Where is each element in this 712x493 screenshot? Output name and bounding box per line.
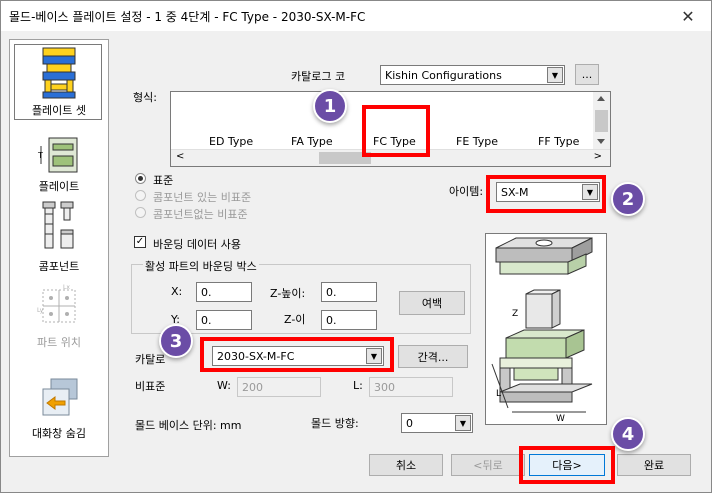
highlight-catalog2 — [200, 337, 394, 372]
sidebar-item-label: 플레이트 — [38, 180, 80, 193]
chevron-down-icon: ▼ — [547, 67, 563, 83]
hide-dialog-button[interactable]: 대화창 숨김 — [9, 377, 109, 441]
catalog-dropdown[interactable]: Kishin Configurations ▼ — [380, 65, 565, 85]
direction-dropdown[interactable]: 0 ▼ — [401, 413, 473, 433]
nonstandard-label: 비표준 — [135, 380, 166, 393]
direction-label: 몰드 방향: — [311, 417, 359, 430]
plate-diagram: Z X Y L W — [485, 233, 607, 425]
radio-without-components-label: 콤포넌트없는 비표준 — [153, 208, 248, 221]
w-label: W: — [217, 379, 231, 392]
step-badge-3: 3 — [159, 324, 193, 358]
catalog2-label: 카탈로 — [135, 353, 166, 366]
step-badge-4: 4 — [611, 417, 645, 451]
w-input[interactable]: 200 — [237, 377, 321, 397]
type-label: 형식: — [133, 91, 157, 104]
x-label: X: — [171, 285, 183, 298]
type-item-fe[interactable]: FE Type — [456, 135, 498, 148]
use-bounding-label: 바운딩 데이터 사용 — [153, 238, 241, 251]
highlight-type — [362, 105, 430, 157]
ly-label: Ly — [37, 307, 44, 314]
scroll-down-icon — [597, 139, 605, 144]
type-item-fa[interactable]: FA Type — [291, 135, 333, 148]
bounding-group-title: 활성 파트의 바운딩 박스 — [143, 258, 259, 274]
sidebar-item-part-position[interactable]: Lx Ly 파트 위치 — [10, 284, 108, 350]
scroll-left-icon: < — [176, 151, 185, 162]
dialog-window: 몰드-베이스 플레이트 설정 - 1 중 4단계 - FC Type - 203… — [0, 0, 712, 493]
spacing-button[interactable]: 간격... — [398, 345, 468, 368]
highlight-next — [519, 446, 615, 484]
radio-standard[interactable] — [135, 173, 146, 184]
scroll-up-icon — [597, 96, 605, 101]
plate-set-icon — [42, 47, 76, 99]
radio-with-components-label: 콤포넌트 있는 비표준 — [153, 191, 252, 204]
step-badge-2: 2 — [611, 182, 645, 216]
sidebar-item-label: 대화창 숨김 — [31, 427, 87, 440]
window-title: 몰드-베이스 플레이트 설정 - 1 중 4단계 - FC Type - 203… — [9, 9, 366, 24]
item-label: 아이템: — [449, 185, 484, 198]
sidebar-item-label: 플레이트 셋 — [31, 104, 87, 117]
lx-label: Lx — [63, 284, 70, 291]
radio-standard-label: 표준 — [153, 174, 174, 187]
catalog-label: 카탈로그 코 — [291, 70, 346, 83]
z-label: Z-이 — [284, 313, 306, 326]
y-input[interactable]: 0. — [196, 310, 252, 330]
close-icon: ✕ — [681, 6, 695, 26]
type-list-vscroll[interactable] — [593, 92, 610, 149]
radio-without-components[interactable] — [135, 207, 146, 218]
vscroll-thumb[interactable] — [595, 110, 608, 132]
diagram-l-label: L — [496, 389, 501, 399]
diagram-w-label: W — [556, 414, 565, 424]
scroll-right-icon: > — [593, 151, 602, 162]
svg-text:T: T — [37, 151, 43, 160]
sidebar-item-plate-set[interactable]: 플레이트 셋 — [10, 46, 108, 118]
plate-icon: T — [37, 137, 78, 173]
z-height-input[interactable]: 0. — [321, 282, 377, 302]
direction-value: 0 — [406, 416, 413, 430]
part-position-icon: Lx Ly — [37, 284, 76, 323]
finish-button[interactable]: 완료 — [617, 454, 691, 476]
sidebar-item-component[interactable]: 콤포넌트 — [10, 200, 108, 274]
title-bar: 몰드-베이스 플레이트 설정 - 1 중 4단계 - FC Type - 203… — [1, 1, 711, 31]
type-item-ff[interactable]: FF Type — [538, 135, 579, 148]
component-icon — [42, 201, 74, 249]
diagram-z-label: Z — [512, 309, 518, 319]
sidebar-item-label: 파트 위치 — [37, 336, 81, 349]
margin-button[interactable]: 여백 — [399, 291, 465, 315]
close-button[interactable]: ✕ — [665, 1, 711, 31]
radio-with-components[interactable] — [135, 190, 146, 201]
back-button[interactable]: <뒤로 — [451, 454, 525, 476]
l-input[interactable]: 300 — [369, 377, 453, 397]
units-label: 몰드 베이스 단위: mm — [135, 419, 242, 432]
sidebar-item-plate[interactable]: T 플레이트 — [10, 136, 108, 194]
l-label: L: — [353, 379, 363, 392]
x-input[interactable]: 0. — [196, 282, 252, 302]
step-badge-1: 1 — [313, 89, 347, 123]
type-item-ed[interactable]: ED Type — [209, 135, 253, 148]
catalog-browse-button[interactable]: ... — [575, 64, 599, 85]
highlight-item — [486, 175, 606, 213]
mold-base-diagram-icon: Z X Y L W — [491, 237, 593, 424]
z-height-label: Z-높이: — [270, 287, 306, 300]
cancel-button[interactable]: 취소 — [369, 454, 443, 476]
hide-dialog-icon — [42, 378, 78, 416]
use-bounding-checkbox[interactable]: ✓ — [134, 236, 146, 248]
catalog-value: Kishin Configurations — [385, 68, 502, 82]
chevron-down-icon: ▼ — [455, 415, 471, 431]
z-input[interactable]: 0. — [321, 310, 377, 330]
sidebar-item-label: 콤포넌트 — [38, 260, 80, 273]
